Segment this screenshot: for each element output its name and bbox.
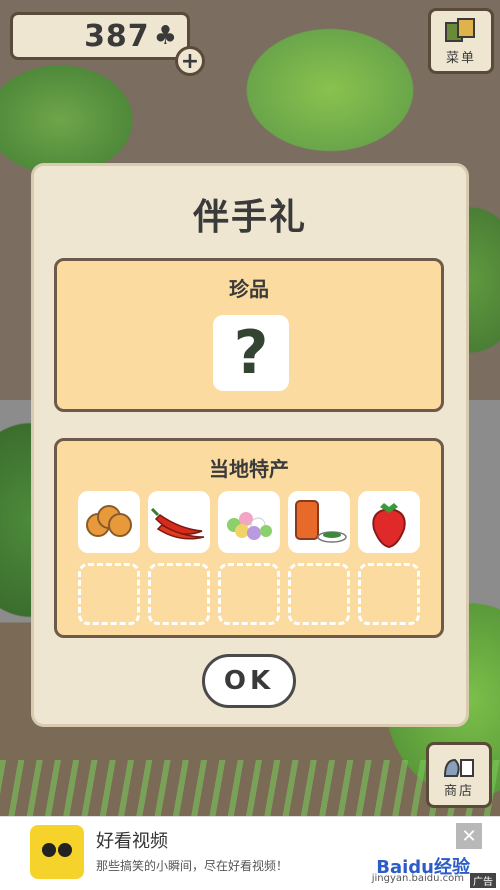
strawberry-icon: [372, 503, 406, 549]
shop-button[interactable]: 商店: [426, 742, 492, 808]
empty-specialty-slot: [218, 563, 280, 625]
orange-slices-icon: [86, 505, 132, 537]
shop-icon: [443, 758, 474, 777]
local-specialties-title: 当地特产: [209, 457, 289, 481]
empty-specialty-slot: [78, 563, 140, 625]
clover-icon: ♣: [153, 21, 177, 51]
dango-icon: [227, 512, 272, 540]
souvenir-dialog: 伴手礼 珍品 ? 当地特产 OK: [34, 166, 466, 724]
treasure-panel: 珍品 ?: [54, 258, 444, 412]
ok-button[interactable]: OK: [202, 654, 296, 708]
treasure-title: 珍品: [229, 277, 269, 301]
specialty-slot[interactable]: [288, 491, 350, 553]
menu-icon: [445, 17, 475, 42]
dialog-title: 伴手礼: [192, 197, 307, 238]
specialty-slot[interactable]: [218, 491, 280, 553]
ad-subtitle: 那些搞笑的小瞬间，尽在好看视频！: [96, 859, 289, 873]
local-specialties-panel: 当地特产: [54, 438, 444, 638]
menu-label: 菜单: [445, 50, 476, 66]
ad-title: 好看视频: [96, 831, 168, 852]
unknown-treasure-slot[interactable]: ?: [213, 315, 289, 391]
empty-specialty-slot: [148, 563, 210, 625]
canned-food-icon: [295, 500, 347, 543]
app-logo-icon: [30, 825, 84, 879]
ad-banner[interactable]: 好看视频 那些搞笑的小瞬间，尽在好看视频！ ✕ Baidu经验 jingyan.…: [0, 816, 500, 890]
clover-count: 387: [84, 18, 150, 54]
chili-pepper-icon: [150, 507, 205, 540]
close-icon[interactable]: ✕: [456, 823, 482, 849]
clover-counter: 387 ♣: [10, 12, 190, 60]
empty-specialty-slot: [288, 563, 350, 625]
specialty-slot[interactable]: [358, 491, 420, 553]
add-clover-button[interactable]: +: [175, 46, 205, 76]
specialty-slot[interactable]: [78, 491, 140, 553]
ad-domain: jingyan.baidu.com: [371, 873, 464, 884]
shop-label: 商店: [443, 783, 474, 799]
specialty-slot[interactable]: [148, 491, 210, 553]
ad-tag: 广告: [470, 873, 496, 888]
empty-specialty-slot: [358, 563, 420, 625]
menu-button[interactable]: 菜单: [428, 8, 494, 74]
